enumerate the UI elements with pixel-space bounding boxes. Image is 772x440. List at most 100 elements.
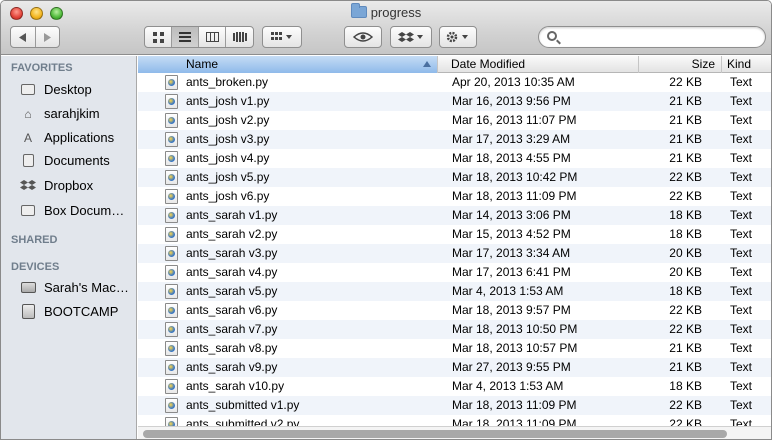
search-field[interactable] (538, 26, 766, 48)
size-column-header[interactable]: Size (639, 56, 722, 73)
python-file-icon (165, 303, 178, 318)
hard-drive-icon (19, 304, 37, 320)
sidebar-item-label: sarahjkim (44, 106, 100, 121)
size-column-label: Size (691, 57, 715, 71)
sidebar-item-desktop[interactable]: Desktop (1, 80, 136, 99)
table-row[interactable]: ants_sarah v3.py Mar 17, 2013 3:34 AM 20 K… (138, 244, 771, 263)
file-date-modified: Mar 14, 2013 3:06 PM (452, 208, 571, 222)
file-date-modified: Mar 18, 2013 4:55 PM (452, 151, 571, 165)
file-size: 22 KB (669, 75, 702, 89)
table-row[interactable]: ants_josh v2.py Mar 16, 2013 11:07 PM 21 K… (138, 111, 771, 130)
table-row[interactable]: ants_josh v1.py Mar 16, 2013 9:56 PM 21 KB… (138, 92, 771, 111)
table-row[interactable]: ants_sarah v10.py Mar 4, 2013 1:53 AM 18 K… (138, 377, 771, 396)
file-date-modified: Apr 20, 2013 10:35 AM (452, 75, 575, 89)
file-name: ants_sarah v9.py (186, 360, 278, 374)
python-file-icon (165, 341, 178, 356)
name-column-header[interactable]: Name (138, 56, 438, 73)
dropbox-icon (398, 32, 423, 42)
action-button[interactable] (439, 26, 477, 48)
sort-ascending-icon (423, 61, 431, 67)
sidebar-item-computer[interactable]: Sarah's Mac… (1, 278, 136, 297)
name-column-label: Name (186, 57, 219, 71)
arrange-button[interactable] (262, 26, 302, 48)
file-date-modified: Mar 18, 2013 11:09 PM (452, 398, 577, 412)
table-row[interactable]: ants_sarah v1.py Mar 14, 2013 3:06 PM 18 K… (138, 206, 771, 225)
python-file-icon (165, 379, 178, 394)
list-view-button[interactable] (172, 27, 199, 47)
python-file-icon (165, 246, 178, 261)
table-row[interactable]: ants_josh v5.py Mar 18, 2013 10:42 PM 22 K… (138, 168, 771, 187)
table-row[interactable]: ants_josh v6.py Mar 18, 2013 11:09 PM 22 K… (138, 187, 771, 206)
forward-button[interactable] (36, 27, 60, 47)
table-row[interactable]: ants_submitted v1.py Mar 18, 2013 11:09 P… (138, 396, 771, 415)
file-name: ants_submitted v1.py (186, 398, 300, 412)
file-name: ants_josh v4.py (186, 151, 270, 165)
coverflow-view-button[interactable] (226, 27, 253, 47)
file-kind: Text (730, 246, 753, 260)
documents-icon (19, 153, 37, 169)
file-kind: Text (730, 208, 753, 222)
table-row[interactable]: ants_sarah v8.py Mar 18, 2013 10:57 PM 21 … (138, 339, 771, 358)
desktop-icon (19, 82, 37, 98)
kind-column-header[interactable]: Kind (722, 56, 771, 73)
file-date-modified: Mar 4, 2013 1:53 AM (452, 284, 564, 298)
table-row[interactable]: ants_sarah v7.py Mar 18, 2013 10:50 PM 22 … (138, 320, 771, 339)
file-name: ants_sarah v8.py (186, 341, 278, 355)
file-kind: Text (730, 303, 753, 317)
file-date-modified: Mar 18, 2013 9:57 PM (452, 303, 571, 317)
file-date-modified: Mar 18, 2013 11:09 PM (452, 189, 577, 203)
search-input[interactable] (563, 29, 759, 45)
file-kind: Text (730, 189, 753, 203)
sidebar-item-home[interactable]: ⌂ sarahjkim (1, 104, 136, 123)
file-size: 22 KB (669, 398, 702, 412)
file-name: ants_josh v6.py (186, 189, 270, 203)
file-kind: Text (730, 170, 753, 184)
sidebar-item-dropbox[interactable]: Dropbox (1, 176, 136, 195)
table-row[interactable]: ants_josh v3.py Mar 17, 2013 3:29 AM 21 KB… (138, 130, 771, 149)
python-file-icon (165, 265, 178, 280)
back-arrow-icon (18, 32, 26, 42)
file-size: 21 KB (669, 113, 702, 127)
icon-view-icon (152, 31, 164, 43)
file-date-modified: Mar 16, 2013 11:07 PM (452, 113, 577, 127)
icon-view-button[interactable] (145, 27, 172, 47)
column-view-button[interactable] (199, 27, 226, 47)
file-kind: Text (730, 379, 753, 393)
file-name: ants_josh v5.py (186, 170, 270, 184)
dropbox-icon (19, 178, 37, 194)
sidebar-item-bootcamp[interactable]: BOOTCAMP (1, 302, 136, 321)
python-file-icon (165, 208, 178, 223)
table-row[interactable]: ants_sarah v5.py Mar 4, 2013 1:53 AM 18 KB… (138, 282, 771, 301)
back-button[interactable] (11, 27, 36, 47)
scrollbar-thumb[interactable] (143, 430, 727, 438)
sidebar-item-label: Dropbox (44, 178, 94, 193)
file-size: 22 KB (669, 170, 702, 184)
forward-arrow-icon (44, 32, 52, 42)
file-size: 22 KB (669, 303, 702, 317)
folder-icon (19, 203, 37, 219)
folder-icon (350, 3, 367, 18)
column-header: Name Date Modified Size Kind (138, 56, 771, 73)
horizontal-scrollbar[interactable] (138, 426, 771, 439)
sidebar-item-box-documents[interactable]: Box Docum… (1, 201, 136, 220)
sidebar-item-applications[interactable]: A Applications (1, 128, 136, 147)
table-row[interactable]: ants_sarah v2.py Mar 15, 2013 4:52 PM 18 K… (138, 225, 771, 244)
python-file-icon (165, 94, 178, 109)
table-row[interactable]: ants_broken.py Apr 20, 2013 10:35 AM 22 KB… (138, 73, 771, 92)
list-view-icon (179, 32, 191, 42)
python-file-icon (165, 284, 178, 299)
date-column-header[interactable]: Date Modified (446, 56, 639, 73)
table-row[interactable]: ants_sarah v4.py Mar 17, 2013 6:41 PM 20 K… (138, 263, 771, 282)
file-size: 21 KB (669, 360, 702, 374)
python-file-icon (165, 322, 178, 337)
quick-look-button[interactable] (344, 26, 382, 48)
table-row[interactable]: ants_sarah v9.py Mar 27, 2013 9:55 PM 21 K… (138, 358, 771, 377)
file-kind: Text (730, 75, 753, 89)
sidebar-item-label: Documents (44, 153, 110, 168)
coverflow-view-icon (232, 32, 247, 42)
dropbox-button[interactable] (390, 26, 432, 48)
table-row[interactable]: ants_josh v4.py Mar 18, 2013 4:55 PM 21 KB… (138, 149, 771, 168)
table-row[interactable]: ants_sarah v6.py Mar 18, 2013 9:57 PM 22 K… (138, 301, 771, 320)
sidebar-item-documents[interactable]: Documents (1, 151, 136, 170)
python-file-icon (165, 113, 178, 128)
